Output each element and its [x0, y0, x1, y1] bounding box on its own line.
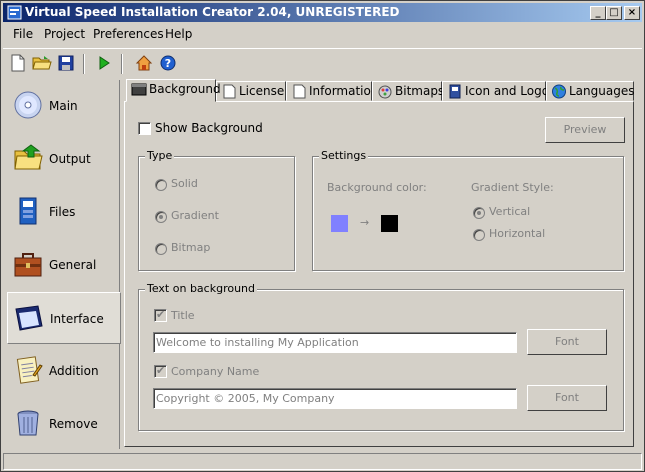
tab-bitmaps[interactable]: Bitmaps	[372, 81, 445, 101]
tab-license[interactable]: License	[216, 81, 286, 101]
text-on-background-group: Text on background ✔ Title Welcome to in…	[138, 282, 624, 431]
title-checkbox[interactable]: ✔	[154, 308, 167, 322]
tab-label: Background	[149, 82, 221, 96]
svg-text:?: ?	[165, 57, 171, 70]
tab-background[interactable]: Background	[126, 79, 221, 102]
menu-file[interactable]: File	[13, 27, 33, 41]
company-name-checkbox[interactable]: ✔	[154, 364, 167, 378]
files-icon	[19, 197, 37, 225]
preview-button[interactable]: Preview	[545, 117, 625, 143]
app-icon	[7, 5, 22, 20]
settings-group-title: Settings	[319, 149, 369, 162]
run-icon[interactable]	[93, 52, 115, 74]
menu-project[interactable]: Project	[44, 27, 85, 41]
close-button[interactable]: ×	[624, 6, 640, 20]
sidebar-item-general[interactable]: General	[7, 239, 121, 291]
information-tab-icon	[293, 84, 306, 99]
sidebar-item-label: General	[49, 258, 97, 272]
color-to-swatch[interactable]	[381, 215, 398, 232]
cd-icon	[14, 91, 42, 119]
main-window: Virtual Speed Installation Creator 2.04,…	[0, 0, 645, 472]
company-name-label: Company Name	[171, 365, 260, 378]
bitmap-label: Bitmap	[171, 241, 211, 254]
tab-icon-and-logo[interactable]: Icon and Logo	[442, 81, 550, 101]
tab-bar: Background License Information Bitmaps I…	[124, 79, 634, 102]
tab-label: Bitmaps	[395, 84, 445, 98]
toolbar: ?	[3, 48, 642, 76]
solid-radio[interactable]	[155, 179, 167, 191]
sidebar-item-interface[interactable]: Interface	[7, 292, 121, 344]
interface-window-icon	[15, 305, 43, 331]
sidebar-item-label: Files	[49, 205, 76, 219]
notepad-icon	[16, 356, 43, 384]
horizontal-label: Horizontal	[489, 227, 546, 240]
sidebar-item-remove[interactable]: Remove	[7, 398, 121, 450]
gradient-style-label: Gradient Style:	[471, 181, 554, 194]
sidebar-item-label: Output	[49, 152, 91, 166]
vertical-label: Vertical	[489, 205, 531, 218]
background-panel: Show Background Preview Type Solid Gradi…	[124, 101, 634, 447]
show-background-checkbox[interactable]	[138, 122, 151, 135]
recycle-bin-icon	[17, 410, 39, 436]
briefcase-icon	[14, 253, 42, 277]
text-on-background-title: Text on background	[145, 282, 258, 295]
tab-label: Icon and Logo	[465, 84, 550, 98]
vertical-radio[interactable]	[473, 207, 485, 219]
window-title: Virtual Speed Installation Creator 2.04,…	[25, 5, 400, 19]
color-from-swatch[interactable]	[331, 215, 348, 232]
sidebar-item-label: Main	[49, 99, 78, 113]
save-icon[interactable]	[55, 52, 77, 74]
gradient-arrow: →	[360, 216, 370, 229]
globe-icon	[552, 84, 566, 99]
show-background-label: Show Background	[155, 121, 263, 135]
sidebar-item-addition[interactable]: Addition	[7, 345, 121, 397]
gradient-radio[interactable]	[155, 211, 167, 223]
title-text-field[interactable]: Welcome to installing My Application	[153, 332, 517, 353]
sidebar-item-files[interactable]: Files	[7, 186, 121, 238]
maximize-button[interactable]: □	[606, 6, 622, 20]
tab-label: Languages	[569, 84, 635, 98]
sidebar-item-label: Interface	[50, 312, 104, 326]
sidebar-item-main[interactable]: Main	[7, 80, 121, 132]
gradient-label: Gradient	[171, 209, 219, 222]
settings-group: Settings Background color: → Gradient St…	[312, 149, 624, 271]
type-group-title: Type	[145, 149, 175, 162]
title-bar: Virtual Speed Installation Creator 2.04,…	[3, 3, 642, 22]
toolbar-separator	[83, 54, 85, 74]
background-color-label: Background color:	[327, 181, 427, 194]
help-icon[interactable]: ?	[157, 52, 179, 74]
open-folder-icon[interactable]	[31, 52, 53, 74]
sidebar: Main Output Files General Interface Addi…	[4, 80, 121, 450]
tab-label: Information	[309, 84, 379, 98]
license-tab-icon	[223, 84, 236, 99]
tab-label: License	[239, 84, 285, 98]
menu-preferences[interactable]: Preferences	[93, 27, 164, 41]
output-folder-icon	[14, 144, 43, 170]
type-group: Type Solid Gradient Bitmap	[138, 149, 295, 271]
tab-languages[interactable]: Languages	[546, 81, 634, 101]
solid-label: Solid	[171, 177, 198, 190]
sidebar-item-output[interactable]: Output	[7, 133, 121, 185]
sidebar-item-label: Remove	[49, 417, 98, 431]
sidebar-item-label: Addition	[49, 364, 99, 378]
horizontal-radio[interactable]	[473, 229, 485, 241]
company-name-text-field[interactable]: Copyright © 2005, My Company	[153, 388, 517, 409]
new-file-icon[interactable]	[7, 52, 29, 74]
tab-information[interactable]: Information	[286, 81, 378, 101]
home-icon[interactable]	[133, 52, 155, 74]
icon-and-logo-tab-icon	[449, 84, 461, 99]
title-label: Title	[171, 309, 195, 322]
bitmaps-tab-icon	[378, 85, 392, 99]
background-tab-icon	[131, 83, 147, 96]
menu-bar: File Project Preferences Help	[3, 24, 642, 44]
title-font-button[interactable]: Font	[527, 329, 607, 355]
minimize-button[interactable]: _	[590, 6, 606, 20]
toolbar-separator	[121, 54, 123, 74]
bitmap-radio[interactable]	[155, 243, 167, 255]
menu-help[interactable]: Help	[165, 27, 192, 41]
status-bar	[3, 453, 642, 470]
company-font-button[interactable]: Font	[527, 385, 607, 411]
